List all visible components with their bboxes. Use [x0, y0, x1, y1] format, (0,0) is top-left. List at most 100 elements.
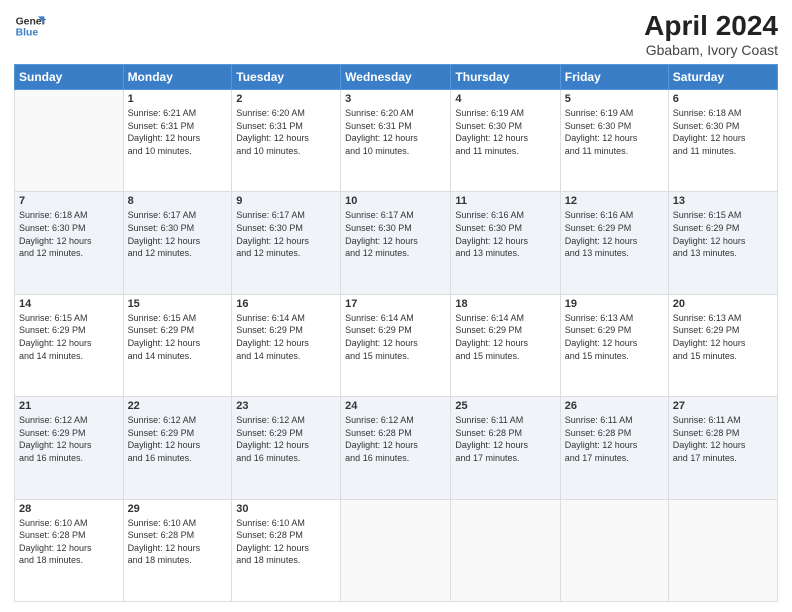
- day-number: 6: [673, 93, 773, 105]
- title-block: April 2024 Gbabam, Ivory Coast: [644, 10, 778, 58]
- day-number: 23: [236, 400, 336, 412]
- day-info: Sunrise: 6:15 AM Sunset: 6:29 PM Dayligh…: [19, 312, 119, 362]
- calendar-week-row: 28 Sunrise: 6:10 AM Sunset: 6:28 PM Dayli…: [15, 499, 778, 601]
- day-number: 22: [128, 400, 228, 412]
- day-number: 14: [19, 298, 119, 310]
- day-number: 29: [128, 503, 228, 515]
- day-number: 25: [455, 400, 555, 412]
- day-number: 13: [673, 195, 773, 207]
- day-info: Sunrise: 6:12 AM Sunset: 6:29 PM Dayligh…: [236, 414, 336, 464]
- day-info: Sunrise: 6:12 AM Sunset: 6:28 PM Dayligh…: [345, 414, 446, 464]
- day-number: 3: [345, 93, 446, 105]
- calendar-cell: 12Sunrise: 6:16 AM Sunset: 6:29 PM Dayli…: [560, 192, 668, 294]
- day-number: 5: [565, 93, 664, 105]
- day-info: Sunrise: 6:14 AM Sunset: 6:29 PM Dayligh…: [236, 312, 336, 362]
- logo: General Blue: [14, 10, 46, 42]
- calendar-cell: 8 Sunrise: 6:17 AM Sunset: 6:30 PM Daylig…: [123, 192, 232, 294]
- calendar-cell: 17 Sunrise: 6:14 AM Sunset: 6:29 PM Dayli…: [341, 294, 451, 396]
- header-thursday: Thursday: [451, 65, 560, 90]
- day-info: Sunrise: 6:18 AM Sunset: 6:30 PM Dayligh…: [673, 107, 773, 157]
- month-year: April 2024: [644, 10, 778, 42]
- day-info: Sunrise: 6:13 AM Sunset: 6:29 PM Dayligh…: [565, 312, 664, 362]
- calendar-cell: 1 Sunrise: 6:21 AM Sunset: 6:31 PM Daylig…: [123, 90, 232, 192]
- day-info: Sunrise: 6:17 AM Sunset: 6:30 PM Dayligh…: [236, 209, 336, 259]
- calendar-cell: 25 Sunrise: 6:11 AM Sunset: 6:28 PM Dayli…: [451, 397, 560, 499]
- calendar-cell: 30 Sunrise: 6:10 AM Sunset: 6:28 PM Dayli…: [232, 499, 341, 601]
- day-info: Sunrise: 6:16 AM Sunset: 6:30 PM Dayligh…: [455, 209, 555, 259]
- calendar-table: Sunday Monday Tuesday Wednesday Thursday…: [14, 64, 778, 602]
- calendar-cell: [668, 499, 777, 601]
- calendar-cell: 18Sunrise: 6:14 AM Sunset: 6:29 PM Dayli…: [451, 294, 560, 396]
- calendar-page: General Blue April 2024 Gbabam, Ivory Co…: [0, 0, 792, 612]
- calendar-cell: 15 Sunrise: 6:15 AM Sunset: 6:29 PM Dayli…: [123, 294, 232, 396]
- day-number: 28: [19, 503, 119, 515]
- calendar-cell: 11 Sunrise: 6:16 AM Sunset: 6:30 PM Dayli…: [451, 192, 560, 294]
- day-info: Sunrise: 6:19 AM Sunset: 6:30 PM Dayligh…: [455, 107, 555, 157]
- day-info: Sunrise: 6:10 AM Sunset: 6:28 PM Dayligh…: [236, 517, 336, 567]
- day-number: 12: [565, 195, 664, 207]
- calendar-cell: 26 Sunrise: 6:11 AM Sunset: 6:28 PM Dayli…: [560, 397, 668, 499]
- day-number: 8: [128, 195, 228, 207]
- day-info: Sunrise: 6:14 AM Sunset: 6:29 PM Dayligh…: [455, 312, 555, 362]
- day-number: 11: [455, 195, 555, 207]
- day-number: 16: [236, 298, 336, 310]
- header: General Blue April 2024 Gbabam, Ivory Co…: [14, 10, 778, 58]
- day-number: 9: [236, 195, 336, 207]
- day-info: Sunrise: 6:10 AM Sunset: 6:28 PM Dayligh…: [128, 517, 228, 567]
- calendar-cell: [451, 499, 560, 601]
- day-info: Sunrise: 6:15 AM Sunset: 6:29 PM Dayligh…: [128, 312, 228, 362]
- header-wednesday: Wednesday: [341, 65, 451, 90]
- calendar-cell: 19 Sunrise: 6:13 AM Sunset: 6:29 PM Dayli…: [560, 294, 668, 396]
- day-info: Sunrise: 6:14 AM Sunset: 6:29 PM Dayligh…: [345, 312, 446, 362]
- day-number: 27: [673, 400, 773, 412]
- day-info: Sunrise: 6:12 AM Sunset: 6:29 PM Dayligh…: [19, 414, 119, 464]
- day-info: Sunrise: 6:13 AM Sunset: 6:29 PM Dayligh…: [673, 312, 773, 362]
- day-number: 30: [236, 503, 336, 515]
- day-info: Sunrise: 6:11 AM Sunset: 6:28 PM Dayligh…: [565, 414, 664, 464]
- day-info: Sunrise: 6:11 AM Sunset: 6:28 PM Dayligh…: [455, 414, 555, 464]
- day-number: 21: [19, 400, 119, 412]
- svg-text:Blue: Blue: [16, 28, 39, 39]
- calendar-cell: 10 Sunrise: 6:17 AM Sunset: 6:30 PM Dayli…: [341, 192, 451, 294]
- day-number: 15: [128, 298, 228, 310]
- calendar-cell: [560, 499, 668, 601]
- day-info: Sunrise: 6:17 AM Sunset: 6:30 PM Dayligh…: [345, 209, 446, 259]
- day-info: Sunrise: 6:10 AM Sunset: 6:28 PM Dayligh…: [19, 517, 119, 567]
- calendar-cell: 22 Sunrise: 6:12 AM Sunset: 6:29 PM Dayli…: [123, 397, 232, 499]
- day-info: Sunrise: 6:20 AM Sunset: 6:31 PM Dayligh…: [236, 107, 336, 157]
- day-info: Sunrise: 6:17 AM Sunset: 6:30 PM Dayligh…: [128, 209, 228, 259]
- day-info: Sunrise: 6:15 AM Sunset: 6:29 PM Dayligh…: [673, 209, 773, 259]
- calendar-cell: 9 Sunrise: 6:17 AM Sunset: 6:30 PM Daylig…: [232, 192, 341, 294]
- calendar-cell: 24Sunrise: 6:12 AM Sunset: 6:28 PM Dayli…: [341, 397, 451, 499]
- day-number: 19: [565, 298, 664, 310]
- day-info: Sunrise: 6:11 AM Sunset: 6:28 PM Dayligh…: [673, 414, 773, 464]
- calendar-cell: 28 Sunrise: 6:10 AM Sunset: 6:28 PM Dayli…: [15, 499, 124, 601]
- calendar-cell: 4Sunrise: 6:19 AM Sunset: 6:30 PM Daylig…: [451, 90, 560, 192]
- day-info: Sunrise: 6:21 AM Sunset: 6:31 PM Dayligh…: [128, 107, 228, 157]
- calendar-week-row: 7Sunrise: 6:18 AM Sunset: 6:30 PM Daylig…: [15, 192, 778, 294]
- calendar-week-row: 21 Sunrise: 6:12 AM Sunset: 6:29 PM Dayli…: [15, 397, 778, 499]
- calendar-cell: 27 Sunrise: 6:11 AM Sunset: 6:28 PM Dayli…: [668, 397, 777, 499]
- calendar-cell: 7Sunrise: 6:18 AM Sunset: 6:30 PM Daylig…: [15, 192, 124, 294]
- day-number: 7: [19, 195, 119, 207]
- calendar-cell: 14 Sunrise: 6:15 AM Sunset: 6:29 PM Dayli…: [15, 294, 124, 396]
- calendar-cell: 5Sunrise: 6:19 AM Sunset: 6:30 PM Daylig…: [560, 90, 668, 192]
- day-info: Sunrise: 6:20 AM Sunset: 6:31 PM Dayligh…: [345, 107, 446, 157]
- day-number: 10: [345, 195, 446, 207]
- day-number: 1: [128, 93, 228, 105]
- calendar-cell: 2 Sunrise: 6:20 AM Sunset: 6:31 PM Daylig…: [232, 90, 341, 192]
- calendar-cell: 13 Sunrise: 6:15 AM Sunset: 6:29 PM Dayli…: [668, 192, 777, 294]
- day-header-row: Sunday Monday Tuesday Wednesday Thursday…: [15, 65, 778, 90]
- calendar-cell: [15, 90, 124, 192]
- day-number: 17: [345, 298, 446, 310]
- day-number: 26: [565, 400, 664, 412]
- calendar-cell: 6 Sunrise: 6:18 AM Sunset: 6:30 PM Daylig…: [668, 90, 777, 192]
- logo-icon: General Blue: [14, 10, 46, 42]
- calendar-cell: 3 Sunrise: 6:20 AM Sunset: 6:31 PM Daylig…: [341, 90, 451, 192]
- calendar-cell: 23 Sunrise: 6:12 AM Sunset: 6:29 PM Dayli…: [232, 397, 341, 499]
- header-monday: Monday: [123, 65, 232, 90]
- calendar-cell: 20Sunrise: 6:13 AM Sunset: 6:29 PM Dayli…: [668, 294, 777, 396]
- day-number: 2: [236, 93, 336, 105]
- day-info: Sunrise: 6:12 AM Sunset: 6:29 PM Dayligh…: [128, 414, 228, 464]
- header-friday: Friday: [560, 65, 668, 90]
